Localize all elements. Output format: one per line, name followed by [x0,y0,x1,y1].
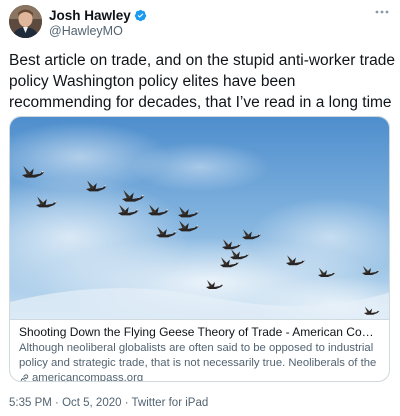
tweet-date[interactable]: Oct 5, 2020 [62,397,121,409]
meta-separator: · [121,397,132,409]
author-handle[interactable]: @HawleyMO [49,24,123,38]
card-body[interactable]: Shooting Down the Flying Geese Theory of… [10,319,389,381]
more-dots-icon[interactable] [374,8,390,16]
card-domain[interactable]: americancompass.org [19,371,382,381]
tweet-meta: 5:35 PM · Oct 5, 2020 · Twitter for iPad [9,397,208,409]
tweet-time[interactable]: 5:35 PM [9,397,52,409]
verified-badge-icon [134,9,146,22]
card-title[interactable]: Shooting Down the Flying Geese Theory of… [19,325,382,340]
link-icon [20,373,29,381]
tweet-text: Best article on trade, and on the stupid… [9,52,395,111]
author-name-row[interactable]: Josh Hawley [49,8,147,23]
link-card[interactable]: Shooting Down the Flying Geese Theory of… [9,116,390,382]
avatar-image [9,5,42,38]
avatar[interactable] [9,5,42,38]
card-domain-text[interactable]: americancompass.org [32,371,143,381]
meta-separator: · [51,397,63,409]
tweet-source[interactable]: Twitter for iPad [132,397,209,409]
tweet: Josh Hawley @HawleyMO Best article on tr… [0,0,400,416]
card-image[interactable] [10,117,390,319]
card-description: Although neoliberal globalists are often… [19,342,377,369]
author-name[interactable]: Josh Hawley [49,8,131,23]
